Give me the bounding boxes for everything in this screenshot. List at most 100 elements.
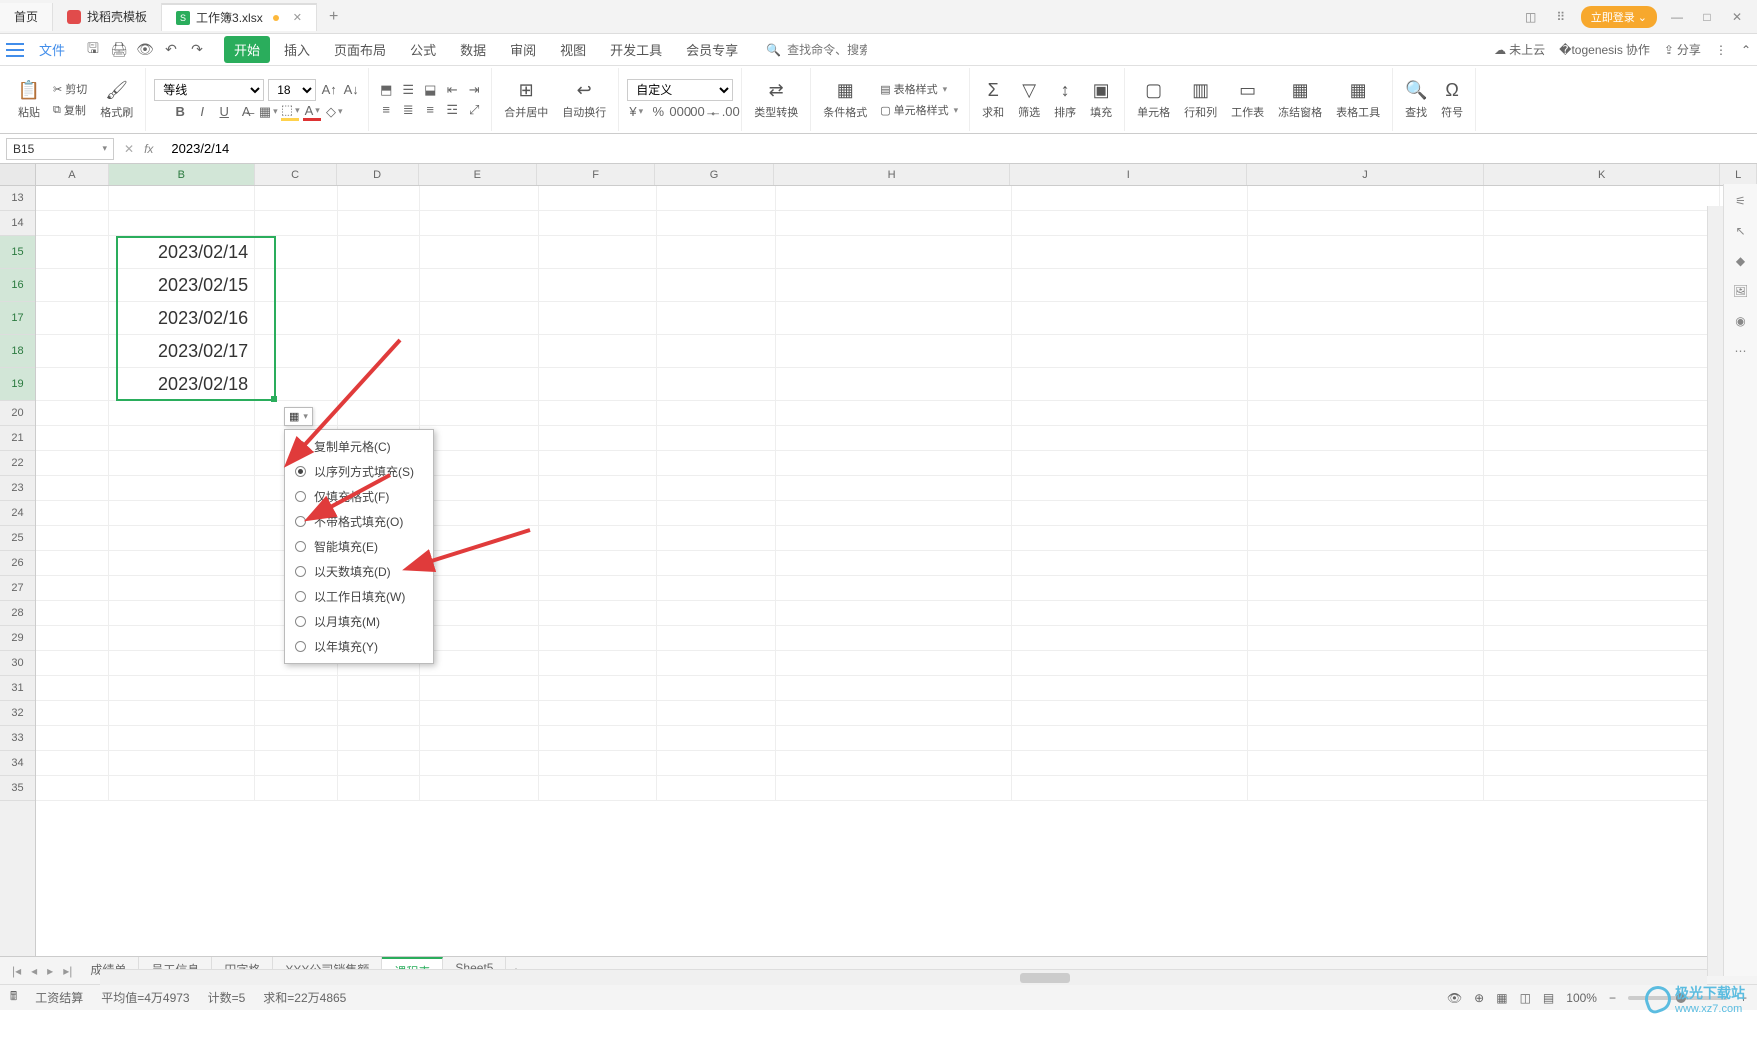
- view-page-icon[interactable]: ◫: [1520, 991, 1531, 1005]
- cell-H29[interactable]: [776, 626, 1012, 651]
- cell-G29[interactable]: [657, 626, 776, 651]
- cell-K17[interactable]: [1484, 302, 1720, 335]
- font-select[interactable]: 等线: [154, 79, 264, 101]
- cell-B21[interactable]: [109, 426, 255, 451]
- cell-F26[interactable]: [539, 551, 658, 576]
- cell-G35[interactable]: [657, 776, 776, 801]
- cell-H25[interactable]: [776, 526, 1012, 551]
- cell-C16[interactable]: [255, 269, 338, 302]
- cell-G19[interactable]: [657, 368, 776, 401]
- cell-K14[interactable]: [1484, 211, 1720, 236]
- search-box[interactable]: 🔍: [766, 43, 867, 57]
- cell-K27[interactable]: [1484, 576, 1720, 601]
- symbol-button[interactable]: Ω符号: [1437, 80, 1467, 120]
- row-header-18[interactable]: 18: [0, 335, 35, 368]
- minimize-button[interactable]: —: [1667, 10, 1687, 24]
- cell-E14[interactable]: [420, 211, 539, 236]
- cell-E35[interactable]: [420, 776, 539, 801]
- cell-B17[interactable]: 2023/02/16: [109, 302, 255, 335]
- cell-C35[interactable]: [255, 776, 338, 801]
- cell-J21[interactable]: [1248, 426, 1484, 451]
- fontsize-select[interactable]: 18: [268, 79, 316, 101]
- indent-inc-icon[interactable]: ⇥: [465, 81, 483, 99]
- fill-option-1[interactable]: 以序列方式填充(S): [285, 459, 433, 484]
- login-button[interactable]: 立即登录 ⌄: [1581, 6, 1657, 28]
- fill-option-4[interactable]: 智能填充(E): [285, 534, 433, 559]
- fill-option-0[interactable]: 复制单元格(C): [285, 434, 433, 459]
- cell-I35[interactable]: [1012, 776, 1248, 801]
- cell-F20[interactable]: [539, 401, 658, 426]
- row-header-31[interactable]: 31: [0, 676, 35, 701]
- cell-D31[interactable]: [338, 676, 421, 701]
- cell-I13[interactable]: [1012, 186, 1248, 211]
- row-header-17[interactable]: 17: [0, 302, 35, 335]
- row-header-16[interactable]: 16: [0, 269, 35, 302]
- wrap-button[interactable]: ↩自动换行: [558, 80, 610, 120]
- cell-J18[interactable]: [1248, 335, 1484, 368]
- cell-K13[interactable]: [1484, 186, 1720, 211]
- cell-I32[interactable]: [1012, 701, 1248, 726]
- cell-B22[interactable]: [109, 451, 255, 476]
- cell-A23[interactable]: [36, 476, 109, 501]
- cell-F16[interactable]: [539, 269, 658, 302]
- cell-E31[interactable]: [420, 676, 539, 701]
- cell-F33[interactable]: [539, 726, 658, 751]
- cell-A13[interactable]: [36, 186, 109, 211]
- row-header-22[interactable]: 22: [0, 451, 35, 476]
- cell-G33[interactable]: [657, 726, 776, 751]
- preview-icon[interactable]: 👁: [136, 41, 154, 59]
- zoom-out-icon[interactable]: −: [1609, 991, 1616, 1005]
- cell-K28[interactable]: [1484, 601, 1720, 626]
- cell-I22[interactable]: [1012, 451, 1248, 476]
- cell-A19[interactable]: [36, 368, 109, 401]
- cell-B28[interactable]: [109, 601, 255, 626]
- cell-D13[interactable]: [338, 186, 421, 211]
- cell-A21[interactable]: [36, 426, 109, 451]
- align-bottom-icon[interactable]: ⬓: [421, 81, 439, 99]
- cell-H18[interactable]: [776, 335, 1012, 368]
- cell-G21[interactable]: [657, 426, 776, 451]
- redo-icon[interactable]: ↷: [188, 41, 206, 59]
- cell-B25[interactable]: [109, 526, 255, 551]
- eye-icon[interactable]: 👁: [1447, 991, 1462, 1005]
- row-header-20[interactable]: 20: [0, 401, 35, 426]
- row-header-26[interactable]: 26: [0, 551, 35, 576]
- row-header-23[interactable]: 23: [0, 476, 35, 501]
- cell-E26[interactable]: [420, 551, 539, 576]
- print-icon[interactable]: 🖨: [110, 41, 128, 59]
- cell-E17[interactable]: [420, 302, 539, 335]
- cell-D33[interactable]: [338, 726, 421, 751]
- align-top-icon[interactable]: ⬒: [377, 81, 395, 99]
- cell-H30[interactable]: [776, 651, 1012, 676]
- distribute-icon[interactable]: ☲: [443, 101, 461, 119]
- cell-G23[interactable]: [657, 476, 776, 501]
- cell-D16[interactable]: [338, 269, 421, 302]
- cell-C18[interactable]: [255, 335, 338, 368]
- tab-template[interactable]: 找稻壳模板: [53, 3, 162, 31]
- row-header-28[interactable]: 28: [0, 601, 35, 626]
- cell-B27[interactable]: [109, 576, 255, 601]
- panel-cursor-icon[interactable]: ↖: [1735, 224, 1745, 238]
- align-left-icon[interactable]: ≡: [377, 101, 395, 119]
- panel-chevron-icon[interactable]: ⌃: [1741, 43, 1751, 57]
- fill-option-6[interactable]: 以工作日填充(W): [285, 584, 433, 609]
- cell-J17[interactable]: [1248, 302, 1484, 335]
- sheet-last-icon[interactable]: ▸|: [59, 964, 76, 978]
- row-header-30[interactable]: 30: [0, 651, 35, 676]
- fill-option-7[interactable]: 以月填充(M): [285, 609, 433, 634]
- row-header-13[interactable]: 13: [0, 186, 35, 211]
- cell-D32[interactable]: [338, 701, 421, 726]
- cell-J29[interactable]: [1248, 626, 1484, 651]
- menu-tab-7[interactable]: 开发工具: [600, 36, 672, 63]
- fill-color-icon[interactable]: ⬚▾: [281, 103, 299, 121]
- align-middle-icon[interactable]: ☰: [399, 81, 417, 99]
- cell-G26[interactable]: [657, 551, 776, 576]
- menu-tab-3[interactable]: 公式: [400, 36, 446, 63]
- cell-B30[interactable]: [109, 651, 255, 676]
- file-menu[interactable]: 文件: [30, 37, 74, 62]
- col-header-J[interactable]: J: [1247, 164, 1484, 185]
- cell-K33[interactable]: [1484, 726, 1720, 751]
- cell-A34[interactable]: [36, 751, 109, 776]
- cell-G18[interactable]: [657, 335, 776, 368]
- cell-I18[interactable]: [1012, 335, 1248, 368]
